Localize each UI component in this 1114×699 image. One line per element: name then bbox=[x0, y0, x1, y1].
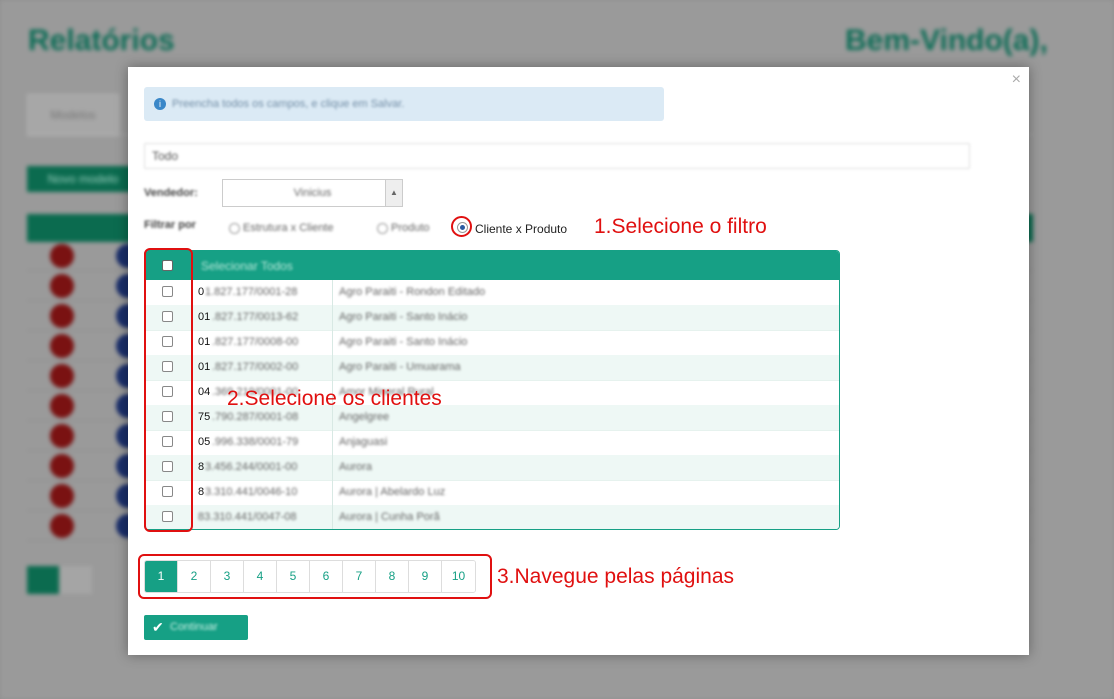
client-row[interactable]: 8 3.310.441/0046-10 Aurora | Abelardo Luz bbox=[145, 480, 839, 506]
alert-text: Preencha todos os campos, e clique em Sa… bbox=[172, 98, 405, 110]
annotation-step3: 3.Navegue pelas páginas bbox=[497, 565, 735, 588]
client-code: .827.177/0013-62 bbox=[212, 311, 299, 323]
report-name-input[interactable] bbox=[144, 143, 970, 169]
continue-label: Continuar bbox=[170, 621, 218, 633]
info-icon: i bbox=[154, 98, 166, 111]
client-row[interactable]: 0 1.827.177/0001-28 Agro Paraiti - Rondon … bbox=[145, 280, 839, 306]
delete-icon[interactable] bbox=[50, 364, 74, 388]
check-icon: ✔ bbox=[152, 619, 164, 635]
delete-icon[interactable] bbox=[50, 334, 74, 358]
tab-modelos[interactable]: Modelos bbox=[27, 94, 119, 136]
client-code-prefix: 05 bbox=[198, 436, 211, 448]
column-divider bbox=[332, 305, 333, 330]
client-code: 3.456.244/0001-00 bbox=[205, 461, 298, 473]
client-code: .996.338/0001-79 bbox=[212, 436, 299, 448]
filter-option-label: Produto bbox=[391, 222, 430, 234]
client-row[interactable]: 01.827.177/0013-62 Agro Paraiti - Santo I… bbox=[145, 305, 839, 331]
client-code-prefix: 0 bbox=[198, 286, 205, 298]
delete-icon[interactable] bbox=[50, 424, 74, 448]
client-code-prefix: 8 bbox=[198, 486, 205, 498]
background-page-1[interactable] bbox=[27, 566, 59, 594]
client-code-prefix: 75 bbox=[198, 411, 211, 423]
client-code-prefix: 01 bbox=[198, 311, 211, 323]
delete-icon[interactable] bbox=[50, 244, 74, 268]
filter-option-label: Estrutura x Cliente bbox=[243, 222, 334, 234]
background-page-2[interactable] bbox=[60, 566, 92, 594]
client-name: Aurora bbox=[339, 461, 373, 473]
client-code-prefix: 8 bbox=[198, 461, 205, 473]
new-model-button[interactable]: Novo modelo bbox=[27, 166, 139, 192]
page-title: Relatórios bbox=[28, 24, 175, 57]
client-name: Agro Paraiti - Santo Inácio bbox=[339, 336, 468, 348]
column-divider bbox=[332, 480, 333, 505]
delete-icon[interactable] bbox=[50, 304, 74, 328]
client-name: Agro Paraiti - Santo Inácio bbox=[339, 311, 468, 323]
annotation-step2: 2.Selecione os clientes bbox=[227, 387, 442, 410]
filter-option-produto[interactable]: Produto bbox=[377, 222, 430, 234]
client-name: Agro Paraiti - Rondon Editado bbox=[339, 286, 486, 298]
client-name: Aurora | Cunha Porã bbox=[339, 511, 440, 523]
delete-icon[interactable] bbox=[50, 514, 74, 538]
delete-icon[interactable] bbox=[50, 394, 74, 418]
select-all-label: Selecionar Todos bbox=[201, 259, 293, 273]
column-divider bbox=[332, 330, 333, 355]
column-divider bbox=[332, 355, 333, 380]
annotation-checkbox-box bbox=[144, 248, 193, 532]
filter-option-label: Cliente x Produto bbox=[475, 222, 568, 236]
client-code: 83.310.441/0047-08 bbox=[198, 511, 297, 523]
vendedor-label: Vendedor: bbox=[144, 187, 198, 199]
grid-header: Selecionar Todos bbox=[145, 251, 839, 280]
filter-label: Filtrar por bbox=[144, 219, 196, 231]
client-name: Aurora | Abelardo Luz bbox=[339, 486, 446, 498]
filter-option-estrutura[interactable]: Estrutura x Cliente bbox=[229, 222, 333, 234]
client-code-prefix: 01 bbox=[198, 361, 211, 373]
column-divider bbox=[332, 455, 333, 480]
annotation-pager-box bbox=[138, 554, 492, 599]
delete-icon[interactable] bbox=[50, 274, 74, 298]
continue-button[interactable]: ✔ Continuar bbox=[144, 615, 248, 640]
client-code: .790.287/0001-08 bbox=[212, 411, 299, 423]
annotation-step1: 1.Selecione o filtro bbox=[594, 215, 767, 238]
annotation-circle bbox=[451, 216, 472, 237]
column-divider bbox=[332, 280, 333, 305]
radio-icon bbox=[377, 222, 388, 234]
client-name: Agro Paraiti - Umuarama bbox=[339, 361, 461, 373]
client-code-prefix: 01 bbox=[198, 336, 211, 348]
client-code: 3.310.441/0046-10 bbox=[205, 486, 298, 498]
close-icon[interactable]: × bbox=[1012, 71, 1021, 89]
vendedor-select[interactable]: Vinicius ▲ bbox=[222, 179, 403, 207]
column-divider bbox=[332, 505, 333, 529]
client-code: .827.177/0008-00 bbox=[212, 336, 299, 348]
vendedor-select-value: Vinicius bbox=[293, 187, 332, 199]
radio-icon bbox=[229, 222, 240, 234]
client-code: .827.177/0002-00 bbox=[212, 361, 299, 373]
client-code-prefix: 04 bbox=[198, 386, 211, 398]
welcome-text: Bem-Vindo(a), bbox=[845, 24, 1048, 57]
info-alert: i Preencha todos os campos, e clique em S… bbox=[144, 87, 664, 121]
client-row[interactable]: 01.827.177/0008-00 Agro Paraiti - Santo I… bbox=[145, 330, 839, 356]
client-name: Angelgree bbox=[339, 411, 390, 423]
client-row[interactable]: 83.310.441/0047-08 Aurora | Cunha Porã bbox=[145, 505, 839, 529]
chevron-down-icon: ▲ bbox=[385, 180, 402, 206]
client-row[interactable]: 05.996.338/0001-79 Anjaguasi bbox=[145, 430, 839, 456]
delete-icon[interactable] bbox=[50, 484, 74, 508]
column-divider bbox=[332, 430, 333, 455]
client-code: 1.827.177/0001-28 bbox=[205, 286, 298, 298]
client-row[interactable]: 01.827.177/0002-00 Agro Paraiti - Umuaram… bbox=[145, 355, 839, 381]
client-name: Anjaguasi bbox=[339, 436, 388, 448]
client-row[interactable]: 8 3.456.244/0001-00 Aurora bbox=[145, 455, 839, 481]
delete-icon[interactable] bbox=[50, 454, 74, 478]
